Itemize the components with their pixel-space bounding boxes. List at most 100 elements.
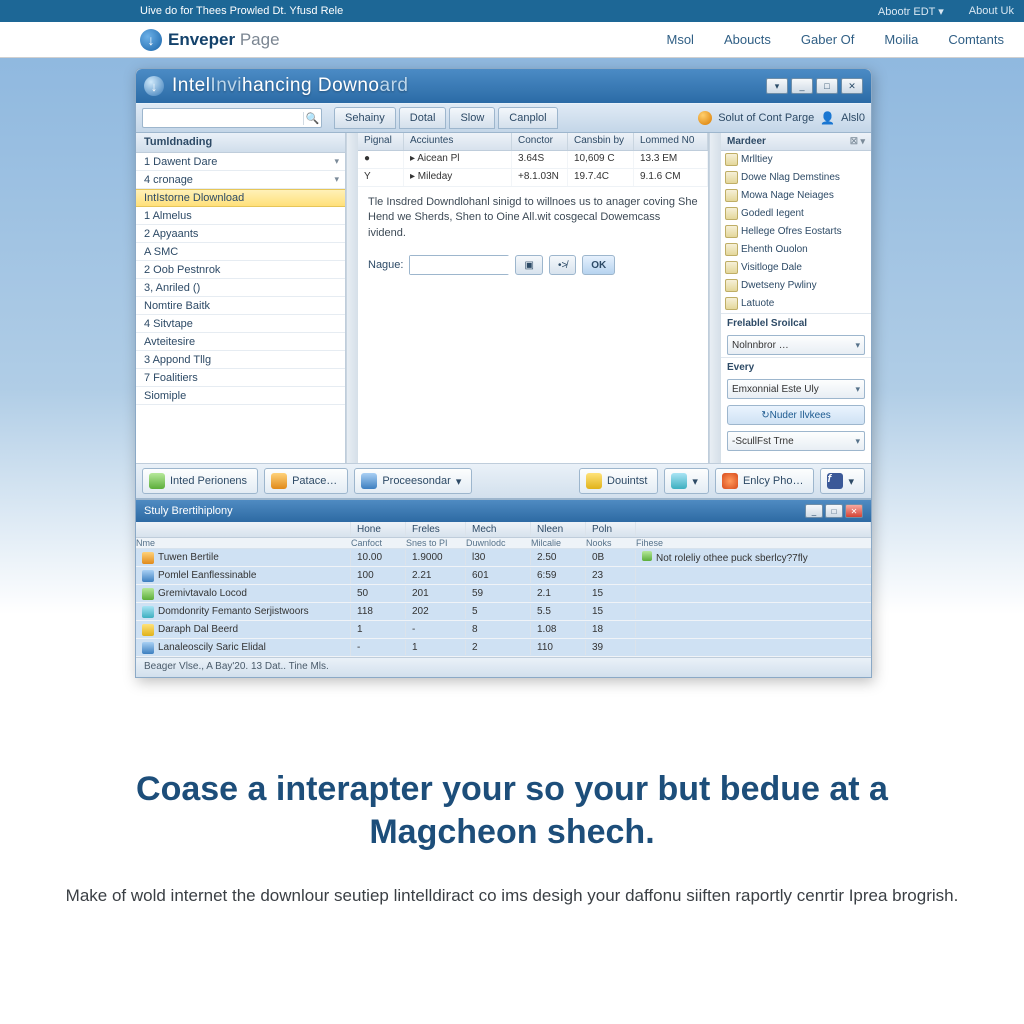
panel-item[interactable]: Visitloge Dale xyxy=(721,259,871,277)
table-row[interactable]: Y▸ Mileday+8.1.03N19.7.4C9.1.6 CM xyxy=(358,169,708,187)
search-field[interactable] xyxy=(143,112,303,124)
col-header[interactable]: Hone xyxy=(351,522,406,537)
tab[interactable]: Dotal xyxy=(399,107,447,129)
col-header[interactable]: Poln xyxy=(586,522,636,537)
tab[interactable]: Sehainy xyxy=(334,107,396,129)
icon-button[interactable]: •≯ xyxy=(549,255,576,275)
sidebar-item[interactable]: IntIstorne Dlownload xyxy=(136,189,345,207)
col-header[interactable]: Nleen xyxy=(531,522,586,537)
panel-item[interactable]: Mrlltiey xyxy=(721,151,871,169)
chevron-down-icon: ▾ xyxy=(855,384,860,395)
sidebar-item[interactable]: Avteitesire xyxy=(136,333,345,351)
section-label: Frelablel Sroilcal xyxy=(721,313,871,333)
select-dropdown[interactable]: -ScullFst Trne▾ xyxy=(727,431,865,451)
site-header: ↓ Enveper Page Msol Aboucts Gaber Of Moi… xyxy=(0,22,1024,58)
user-name[interactable]: Alsl0 xyxy=(841,112,865,124)
sidebar-item[interactable]: 1 Dawent Dare xyxy=(136,153,345,171)
nav-link[interactable]: Msol xyxy=(666,32,693,47)
table-row[interactable]: Pomlel Eanflessinable1002.216016:5923 xyxy=(136,567,871,585)
window-controls: ▾ _ □ ✕ xyxy=(766,78,863,94)
button-bar: Inted Perionens Patace… Proceesondar ▾ D… xyxy=(136,463,871,499)
select-dropdown[interactable]: Emxonnial Este Uly▾ xyxy=(727,379,865,399)
sidebar-item[interactable]: 3, Anriled () xyxy=(136,279,345,297)
sidebar-item[interactable]: Nomtire Baitk xyxy=(136,297,345,315)
panel-item[interactable]: Dwetseny Pwliny xyxy=(721,277,871,295)
nav-link[interactable]: Comtants xyxy=(948,32,1004,47)
user-icon[interactable]: 👤 xyxy=(820,111,835,125)
ok-button[interactable]: OK xyxy=(582,255,615,275)
minimize-button[interactable]: _ xyxy=(791,78,813,94)
maximize-button[interactable]: □ xyxy=(816,78,838,94)
panel-item[interactable]: Godedl Iegent xyxy=(721,205,871,223)
sidebar-scrollbar[interactable] xyxy=(346,133,358,463)
search-icon[interactable]: 🔍 xyxy=(303,112,321,125)
alert-icon xyxy=(698,111,712,125)
sol-label[interactable]: Solut of Cont Parge xyxy=(718,112,814,124)
close-icon[interactable]: ✕ xyxy=(845,504,863,518)
col-header[interactable]: Conctor xyxy=(512,133,568,150)
icon-button[interactable]: ▣ xyxy=(515,255,542,275)
topbar-link[interactable]: About Uk xyxy=(969,5,1014,18)
status-bar: Beager Vlse., A Bay'20. 13 Dat.. Tine Ml… xyxy=(136,657,871,677)
site-nav: Msol Aboucts Gaber Of Moilia Comtants xyxy=(666,32,1004,47)
table-row[interactable]: Tuwen Bertile10.001.9000l302.500BNot rol… xyxy=(136,549,871,567)
sidebar-item[interactable]: 3 Appond Tllg xyxy=(136,351,345,369)
facebook-button[interactable]: f▾ xyxy=(820,468,865,494)
panel-item[interactable]: Latuote xyxy=(721,295,871,313)
minimize-icon[interactable]: _ xyxy=(805,504,823,518)
download-button[interactable]: Douintst xyxy=(579,468,658,494)
col-header[interactable]: Cansbin by xyxy=(568,133,634,150)
col-header[interactable]: Freles xyxy=(406,522,466,537)
maximize-icon[interactable]: □ xyxy=(825,504,843,518)
table-row[interactable]: Lanaleoscily Saric Elidal-1211039 xyxy=(136,639,871,657)
col-header[interactable]: Pignal xyxy=(358,133,404,150)
panel-item[interactable]: Ehenth Ouolon xyxy=(721,241,871,259)
table-row[interactable]: ●▸ Aicean Pl3.64S10,609 C13.3 EM xyxy=(358,151,708,169)
nav-link[interactable]: Aboucts xyxy=(724,32,771,47)
action-button[interactable]: Inted Perionens xyxy=(142,468,258,494)
nav-link[interactable]: Moilia xyxy=(884,32,918,47)
process-icon xyxy=(361,473,377,489)
name-input[interactable]: ▾ xyxy=(409,255,509,275)
sidebar-item[interactable]: Siomiple xyxy=(136,387,345,405)
action-link[interactable]: ↻ Nuder Ilvkees xyxy=(727,405,865,425)
panel-item[interactable]: Dowe Nlag Demstines xyxy=(721,169,871,187)
action-button[interactable]: Enlcy Pho… xyxy=(715,468,815,494)
search-input[interactable]: 🔍 xyxy=(142,108,322,128)
p2-header-row: Hone Freles Mech Nleen Poln xyxy=(136,522,871,538)
topbar-link[interactable]: Abootr EDT ▾ xyxy=(878,5,944,18)
sidebar-item[interactable]: 4 cronage xyxy=(136,171,345,189)
tab[interactable]: Canplol xyxy=(498,107,557,129)
sidebar-item[interactable]: 4 Sitvtape xyxy=(136,315,345,333)
sidebar: Tumldnading 1 Dawent Dare4 cronageIntIst… xyxy=(136,133,346,463)
sidebar-item[interactable]: 7 Foalitiers xyxy=(136,369,345,387)
sidebar-item[interactable]: 1 Almelus xyxy=(136,207,345,225)
panel-item[interactable]: Mowa Nage Neiages xyxy=(721,187,871,205)
panel-item[interactable]: Hellege Ofres Eostarts xyxy=(721,223,871,241)
table-row[interactable]: Daraph Dal Beerd1-81.0818 xyxy=(136,621,871,639)
table-row[interactable]: Domdonrity Femanto Serjistwoors11820255.… xyxy=(136,603,871,621)
globe-button[interactable]: ▾ xyxy=(664,468,709,494)
col-header[interactable]: Lommed N0 xyxy=(634,133,708,150)
col-header[interactable]: Acciuntes xyxy=(404,133,512,150)
sidebar-item[interactable]: 2 Oob Pestnrok xyxy=(136,261,345,279)
select-dropdown[interactable]: Nolnnbror …▾ xyxy=(727,335,865,355)
topbar-links: Abootr EDT ▾ About Uk xyxy=(878,5,1014,18)
main-scrollbar[interactable] xyxy=(709,133,721,463)
refresh-icon xyxy=(271,473,287,489)
table-row[interactable]: Gremivtavalo Locod50201592.115 xyxy=(136,585,871,603)
col-header[interactable]: Mech xyxy=(466,522,531,537)
tab[interactable]: Slow xyxy=(449,107,495,129)
row-icon xyxy=(142,552,154,564)
sidebar-item[interactable]: A SMC xyxy=(136,243,345,261)
panel-close-icon[interactable]: ☒ ▾ xyxy=(850,136,865,147)
caret-button[interactable]: ▾ xyxy=(766,78,788,94)
action-button[interactable]: Patace… xyxy=(264,468,348,494)
sidebar-item[interactable]: 2 Apyaants xyxy=(136,225,345,243)
nav-link[interactable]: Gaber Of xyxy=(801,32,854,47)
close-button[interactable]: ✕ xyxy=(841,78,863,94)
hero: Coase a interapter your so your but bedu… xyxy=(0,768,1024,909)
bottom-panel: Stuly Brertihiplony _□✕ Hone Freles Mech… xyxy=(136,499,871,657)
right-panel-title: Mardeer☒ ▾ xyxy=(721,133,871,151)
action-button[interactable]: Proceesondar ▾ xyxy=(354,468,472,494)
